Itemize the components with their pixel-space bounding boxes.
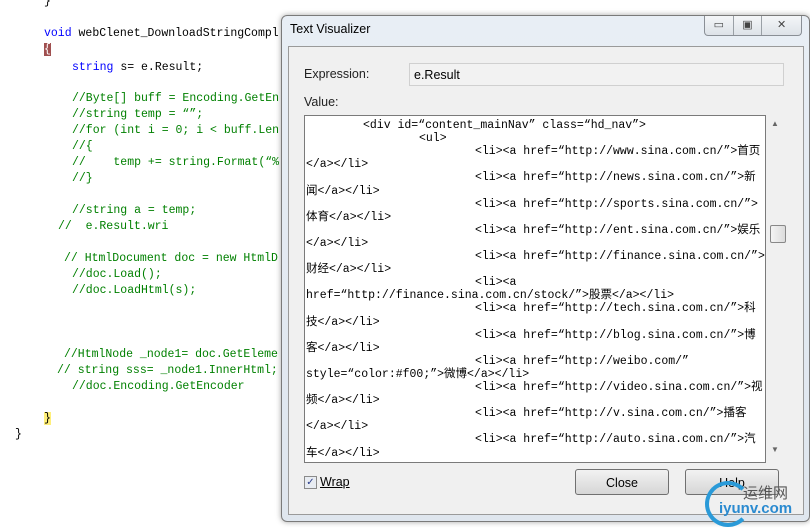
text-visualizer-dialog: Text Visualizer ▭ ▣ ✕ Expression: e.Resu… xyxy=(281,15,810,522)
comment-line: //string a = temp; xyxy=(72,204,197,217)
maximize-button[interactable]: ▣ xyxy=(734,16,763,35)
keyword: void xyxy=(44,27,72,40)
comment-line: //Byte[] buff = Encoding.GetEn xyxy=(72,92,280,105)
expression-field[interactable]: e.Result xyxy=(409,63,784,86)
wrap-label: Wrap xyxy=(320,475,350,489)
comment-line: // string sss= _node1.InnerHtml; xyxy=(57,364,278,377)
dialog-body: Expression: e.Result Value: <div id=“con… xyxy=(288,46,804,515)
wrap-checkbox[interactable]: ✓ Wrap xyxy=(304,475,350,489)
value-line: <li><a href=“http://auto.sina.com.cn/”>汽 xyxy=(475,433,756,447)
comment-line: //for (int i = 0; i < buff.Len xyxy=(72,124,280,137)
value-textarea[interactable]: <div id=“content_mainNav” class=“hd_nav”… xyxy=(304,115,766,463)
scrollbar-thumb[interactable] xyxy=(770,225,786,243)
vertical-scrollbar[interactable]: ▲ ▼ xyxy=(767,115,786,461)
value-line: <li><a href=“http://sports.sina.com.cn/”… xyxy=(475,197,758,211)
watermark-logo: 运维网 iyunv.com xyxy=(705,478,805,527)
value-line: 车</a></li> xyxy=(306,446,380,460)
value-line: <div id=“content_mainNav” class=“hd_nav”… xyxy=(363,119,646,132)
value-line: 财经</a></li> xyxy=(306,263,392,277)
watermark-en: iyunv.com xyxy=(719,500,793,517)
comment-line: //{ xyxy=(72,140,93,153)
brace-highlight: } xyxy=(44,412,51,425)
value-line: </a></li> xyxy=(306,158,369,172)
comment-line: //HtmlNode _node1= doc.GetEleme xyxy=(64,348,278,361)
method-signature: webClenet_DownloadStringCompl xyxy=(71,27,279,40)
code-line: void webClenet_DownloadStringCompl xyxy=(44,26,279,42)
value-line: 客</a></li> xyxy=(306,341,380,355)
comment-line: //doc.LoadHtml(s); xyxy=(72,284,197,297)
code-line: string s= e.Result; xyxy=(72,60,203,76)
brace-highlight: { xyxy=(44,43,51,56)
value-line: <li><a href=“http://blog.sina.com.cn/”>博 xyxy=(475,328,756,342)
code-line: } xyxy=(44,0,51,8)
code-line: } xyxy=(15,428,22,441)
comment-line: //} xyxy=(72,172,93,185)
value-line: </a></li> xyxy=(306,236,369,250)
value-line: <li><a href=“http://tech.sina.com.cn/”>科 xyxy=(475,302,756,316)
checkmark-icon[interactable]: ✓ xyxy=(304,475,317,489)
code-line: { xyxy=(44,42,51,58)
comment-line: // HtmlDocument doc = new HtmlD xyxy=(64,252,278,265)
value-line: 频</a></li> xyxy=(306,394,380,408)
scroll-down-arrow-icon[interactable]: ▼ xyxy=(771,445,779,454)
comment-line: //doc.Load(); xyxy=(72,268,162,281)
value-line: <li><a href=“http://finance.sina.com.cn/… xyxy=(475,250,765,263)
close-window-button[interactable]: ✕ xyxy=(762,16,801,35)
close-button[interactable]: Close xyxy=(575,469,669,495)
value-line: <li><a href=“http://video.sina.com.cn/”>… xyxy=(475,381,763,394)
window-controls: ▭ ▣ ✕ xyxy=(704,16,802,36)
value-line: <li><a href=“http://ent.sina.com.cn/”>娱乐 xyxy=(475,223,761,237)
scroll-up-arrow-icon[interactable]: ▲ xyxy=(771,119,779,128)
value-line: </a></li> xyxy=(306,420,369,434)
comment-line: //string temp = “”; xyxy=(72,108,204,121)
value-line: <ul> xyxy=(419,132,447,146)
value-line: 闻</a></li> xyxy=(306,184,380,198)
value-line: <li><a href=“http://v.sina.com.cn/”>播客 xyxy=(475,407,747,421)
code-line: } xyxy=(44,411,51,427)
minimize-button[interactable]: ▭ xyxy=(705,16,734,35)
comment-line: // temp += string.Format(“% xyxy=(72,156,280,169)
value-label: Value: xyxy=(304,95,339,109)
dialog-title: Text Visualizer xyxy=(290,22,371,36)
keyword: string xyxy=(72,61,114,74)
comment-line: //doc.Encoding.GetEncoder xyxy=(72,380,245,393)
code-text: s= e.Result; xyxy=(113,61,204,74)
value-line: <li><a href=“http://news.sina.com.cn/”>新 xyxy=(475,171,756,185)
value-line: <li><a href=“http://www.sina.com.cn/”>首页 xyxy=(475,145,761,159)
value-line: 体育</a></li> xyxy=(306,210,392,224)
comment-line: // e.Result.wri xyxy=(58,220,169,233)
value-line: 技</a></li> xyxy=(306,315,380,329)
expression-label: Expression: xyxy=(304,67,370,81)
